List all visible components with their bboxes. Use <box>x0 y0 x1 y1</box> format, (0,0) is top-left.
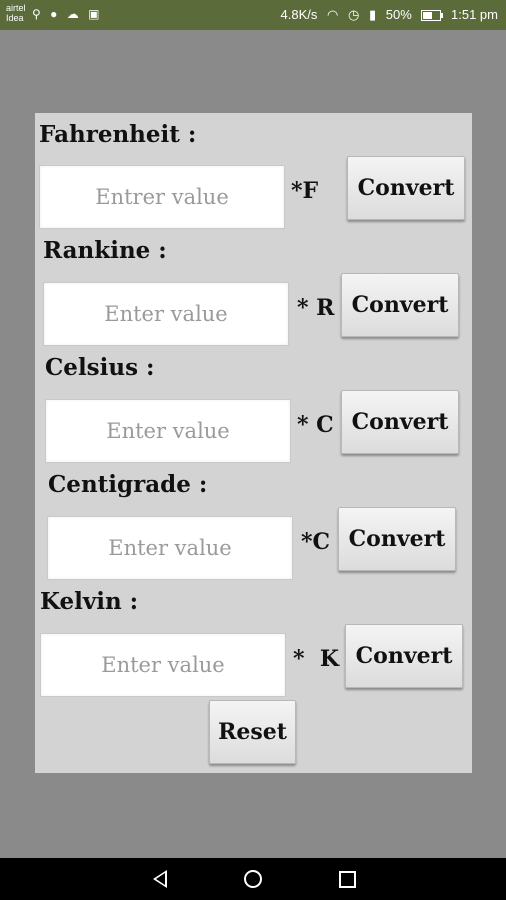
wifi-icon: ◠ <box>327 7 339 22</box>
home-icon <box>244 870 262 888</box>
battery-percent: 50% <box>385 7 412 22</box>
fahrenheit-input[interactable]: Entrer value <box>39 165 285 229</box>
kelvin-label: Kelvin : <box>40 588 139 615</box>
back-icon <box>153 870 167 888</box>
converter-panel: Fahrenheit : Entrer value *F Convert Ran… <box>35 113 472 773</box>
recents-button[interactable] <box>317 858 377 900</box>
linkedin-icon: ▣ <box>88 7 100 21</box>
carrier-line-2: Idea <box>6 13 24 23</box>
fahrenheit-label: Fahrenheit : <box>39 121 197 148</box>
fahrenheit-convert-button[interactable]: Convert <box>347 156 465 220</box>
carrier-line-1: airtel <box>6 3 26 13</box>
kelvin-convert-button[interactable]: Convert <box>345 624 463 688</box>
rankine-input[interactable]: Enter value <box>43 282 289 346</box>
kelvin-unit: * K <box>293 646 339 672</box>
battery-icon <box>421 10 444 22</box>
celsius-unit: * C <box>297 412 334 438</box>
status-bar: airtel Idea ⚲ ● ☁ ▣ 4.8K/s ◠ ◷ ▮ 50% 1:5… <box>0 0 506 30</box>
usb-icon: ⚲ <box>32 7 41 21</box>
clock: 1:51 pm <box>451 7 498 22</box>
home-button[interactable] <box>223 858 283 900</box>
centigrade-input[interactable]: Enter value <box>47 516 293 580</box>
kelvin-input[interactable]: Enter value <box>40 633 286 697</box>
rankine-label: Rankine : <box>43 237 167 264</box>
celsius-convert-button[interactable]: Convert <box>341 390 459 454</box>
back-button[interactable] <box>130 858 190 900</box>
network-speed: 4.8K/s <box>280 7 318 22</box>
centigrade-label: Centigrade : <box>48 471 208 498</box>
carrier-label: airtel Idea <box>6 3 32 23</box>
navigation-bar <box>0 858 506 900</box>
centigrade-convert-button[interactable]: Convert <box>338 507 456 571</box>
fahrenheit-unit: *F <box>291 178 319 204</box>
signal-icon: ▮ <box>368 7 377 22</box>
rankine-unit: * R <box>297 295 335 321</box>
celsius-input[interactable]: Enter value <box>45 399 291 463</box>
notification-icons: ⚲ ● ☁ ▣ <box>32 7 105 21</box>
rankine-convert-button[interactable]: Convert <box>341 273 459 337</box>
status-right: 4.8K/s ◠ ◷ ▮ 50% 1:51 pm <box>275 7 498 23</box>
reset-button[interactable]: Reset <box>209 700 296 764</box>
message-icon: ● <box>50 7 58 21</box>
celsius-label: Celsius : <box>45 354 155 381</box>
centigrade-unit: *C <box>301 529 331 555</box>
alarm-icon: ◷ <box>347 7 360 22</box>
recents-icon <box>338 870 356 888</box>
cloud-icon: ☁ <box>66 7 79 21</box>
